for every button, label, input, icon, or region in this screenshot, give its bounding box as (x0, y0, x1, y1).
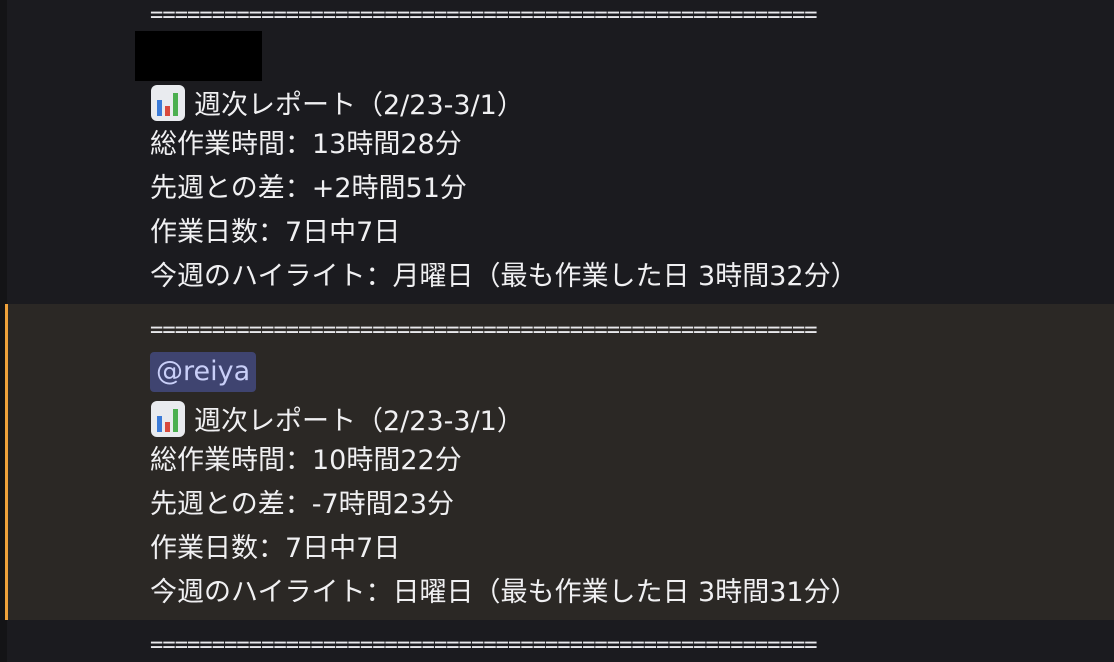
weekly-highlight: 今週のハイライト：日曜日（最も作業した日 3時間31分） (150, 577, 858, 608)
separator-line: ========================================… (150, 318, 818, 343)
report-title-text: 週次レポート（2/23-3/1） (194, 406, 524, 437)
report-title: 週次レポート（2/23-3/1） (150, 400, 524, 439)
message-1[interactable]: ========================================… (7, 0, 1114, 304)
report-title-text: 週次レポート（2/23-3/1） (194, 90, 524, 121)
total-time: 総作業時間：13時間28分 (150, 129, 462, 160)
bar-chart-icon (151, 401, 185, 437)
diff-from-last-week: 先週との差：-7時間23分 (150, 489, 455, 520)
message-3[interactable]: ========================================… (7, 620, 1114, 662)
work-days: 作業日数：7日中7日 (150, 533, 401, 564)
diff-from-last-week: 先週との差：+2時間51分 (150, 173, 467, 204)
report-title: 週次レポート（2/23-3/1） (150, 84, 524, 123)
user-mention[interactable]: @reiya (150, 352, 257, 392)
chat-window: ========================================… (0, 0, 1114, 662)
work-days: 作業日数：7日中7日 (150, 217, 401, 248)
total-time: 総作業時間：10時間22分 (150, 445, 462, 476)
mention-highlight-bar (5, 304, 8, 620)
separator-line: ========================================… (150, 633, 818, 658)
message-2-mention-highlight[interactable]: ========================================… (5, 304, 1114, 620)
weekly-highlight: 今週のハイライト：月曜日（最も作業した日 3時間32分） (150, 261, 858, 292)
redacted-block (135, 31, 262, 81)
bar-chart-icon (151, 85, 185, 121)
separator-line: ========================================… (150, 3, 818, 28)
